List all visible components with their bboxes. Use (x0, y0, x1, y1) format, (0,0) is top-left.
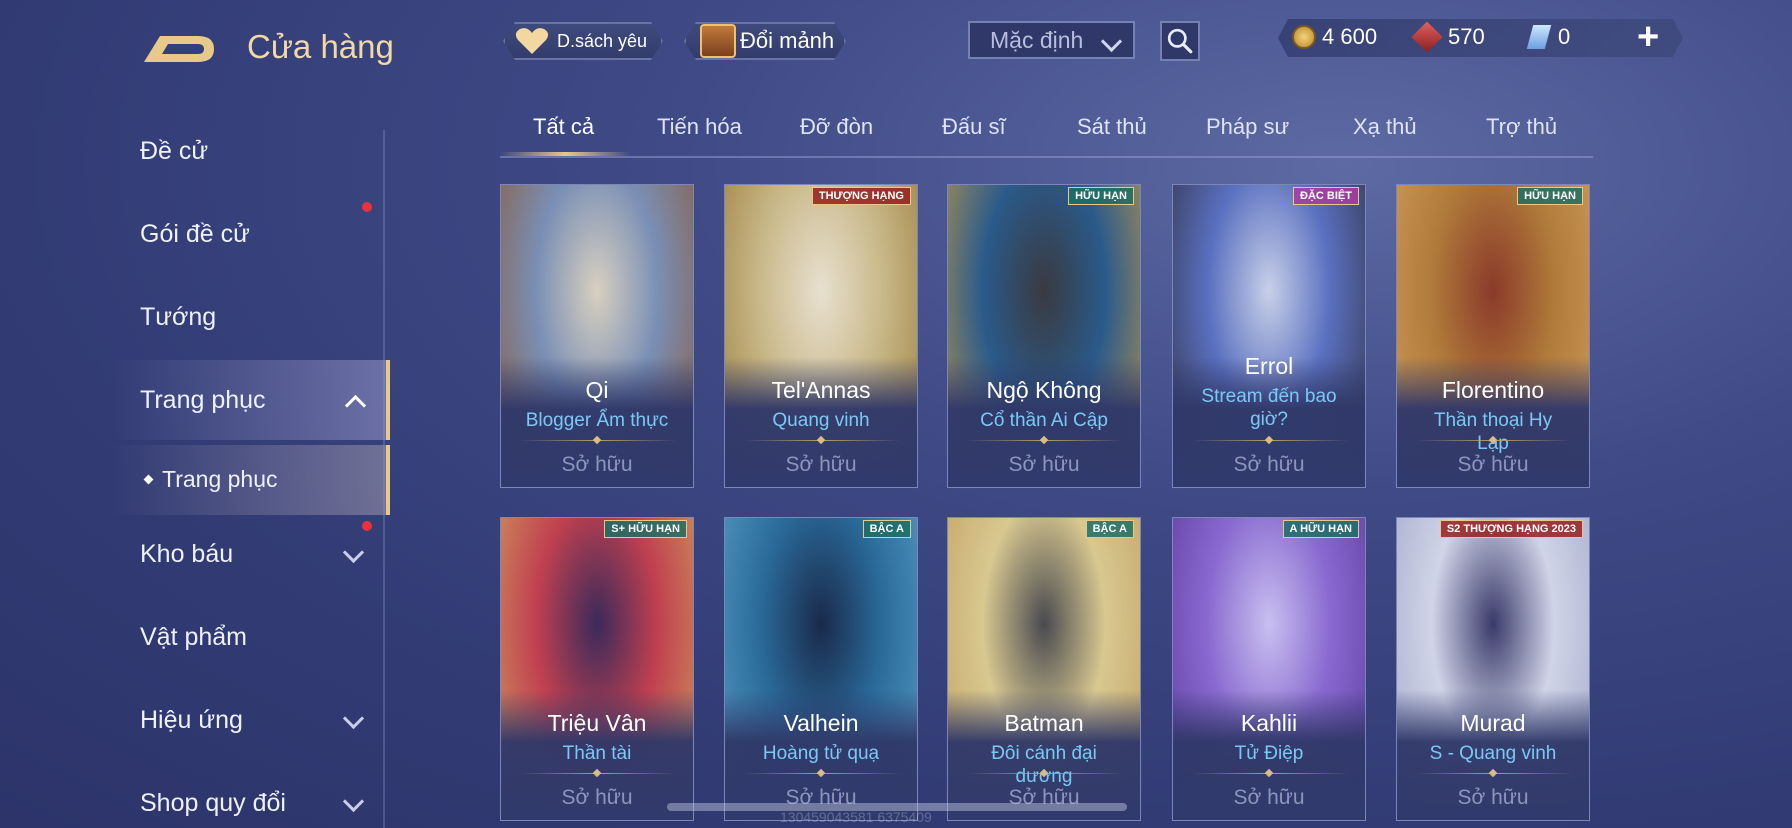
rarity-badge: S2 THƯỢNG HẠNG 2023 (1439, 520, 1583, 538)
ruby-currency: 570 (1411, 21, 1485, 53)
rarity-badge: S+ HỮU HẠN (604, 520, 687, 538)
chevron-down-icon (1100, 30, 1123, 53)
tab-mage[interactable]: Pháp sư (1206, 114, 1289, 140)
owned-status: Sở hữu (1233, 786, 1305, 809)
favorites-label: D.sách yêu (557, 30, 648, 51)
skin-card[interactable]: HỮU HẠN Florentino Thần thoại Hy LạpSở hữu (1396, 184, 1590, 488)
exchange-fragments-button[interactable]: Đổi mảnh (684, 22, 846, 60)
sidebar-item-effects[interactable]: Hiệu ứng (140, 706, 243, 735)
skin-card[interactable]: S+ HỮU HẠN Triệu Vân Thần tài Sở hữu (500, 517, 694, 821)
hero-name: Batman (1004, 710, 1084, 736)
owned-status: Sở hữu (1008, 453, 1080, 476)
active-tab-indicator (500, 152, 631, 156)
rarity-badge: BẬC A (862, 520, 911, 538)
add-currency-button[interactable]: + (1637, 16, 1659, 59)
chevron-down-icon (342, 790, 365, 813)
hero-name: Errol (1244, 353, 1294, 379)
owned-status: Sở hữu (561, 786, 633, 809)
tab-evolution[interactable]: Tiến hóa (657, 114, 742, 140)
sidebar-item-treasure[interactable]: Kho báu (140, 540, 233, 569)
treasure-chest-icon (700, 24, 736, 58)
hero-name: Valhein (783, 710, 859, 736)
notification-dot (362, 521, 372, 531)
skin-name: Thần tài (562, 743, 632, 764)
rarity-badge: THƯỢNG HẠNG (811, 187, 911, 205)
skin-name: Hoàng tử quạ (762, 743, 880, 764)
back-arrow-icon[interactable] (140, 28, 218, 68)
skin-name: Đôi cánh đại dương (991, 743, 1097, 787)
hero-name: Qi (585, 377, 609, 403)
skin-card[interactable]: HỮU HẠN Ngộ Không Cổ thần Ai Cập Sở hữu (947, 184, 1141, 488)
rarity-badge: A HỮU HẠN (1282, 520, 1359, 538)
skin-card[interactable]: BẬC A Valhein Hoàng tử quạ Sở hữu (724, 517, 918, 821)
exchange-fragments-label: Đổi mảnh (740, 28, 835, 53)
search-icon[interactable] (1160, 21, 1200, 61)
page-title: Cửa hàng (247, 28, 394, 65)
hero-name: Florentino (1441, 377, 1545, 403)
gold-currency: 4 600 (1292, 24, 1377, 50)
owned-status: Sở hữu (1457, 453, 1529, 476)
hero-name: Murad (1460, 710, 1526, 736)
skin-name: S - Quang vinh (1429, 743, 1557, 764)
ruby-amount: 570 (1448, 24, 1485, 49)
gold-amount: 4 600 (1322, 24, 1378, 49)
hero-name: Ngộ Không (986, 377, 1102, 403)
skin-name: Cổ thần Ai Cập (980, 410, 1108, 431)
rarity-badge: ĐẶC BIỆT (1293, 187, 1359, 205)
owned-status: Sở hữu (561, 453, 633, 476)
hero-name: Kahlii (1240, 710, 1298, 736)
skin-card[interactable]: Qi Blogger Ẩm thực Sở hữu (500, 184, 694, 488)
skin-name: Thần thoại Hy Lạp (1433, 410, 1553, 454)
heart-icon (515, 27, 549, 55)
ticket-currency: 0 (1526, 24, 1571, 50)
skin-name: Blogger Ẩm thực (525, 410, 669, 431)
tab-marksman[interactable]: Xạ thủ (1353, 114, 1417, 140)
skin-card[interactable]: ĐẶC BIỆT Errol Stream đến bao giờ? Sở hữu (1172, 184, 1366, 488)
skin-card[interactable]: THƯỢNG HẠNG Tel'Annas Quang vinh Sở hữu (724, 184, 918, 488)
tab-support[interactable]: Trợ thủ (1486, 114, 1557, 140)
tab-tank[interactable]: Đỡ đòn (800, 114, 873, 140)
ticket-icon (1526, 25, 1552, 49)
rarity-badge: HỮU HẠN (1517, 187, 1583, 205)
sidebar-item-recommended-packs[interactable]: Gói đề cử (140, 220, 250, 249)
rarity-badge: HỮU HẠN (1068, 187, 1134, 205)
owned-status: Sở hữu (785, 453, 857, 476)
sidebar-item-skins[interactable]: Trang phục (140, 386, 266, 415)
hero-name: Triệu Vân (547, 710, 647, 736)
skin-card[interactable]: A HỮU HẠN Kahlii Tử Điệp Sở hữu (1172, 517, 1366, 821)
sort-value: Mặc định (990, 26, 1084, 53)
watermark-text: 130459043581 6375409 (780, 809, 932, 825)
sidebar-item-exchange-shop[interactable]: Shop quy đổi (140, 789, 286, 818)
hero-name: Tel'Annas (771, 377, 871, 403)
tab-fighter[interactable]: Đấu sĩ (942, 114, 1006, 140)
ruby-gem-icon (1411, 21, 1443, 53)
skin-card[interactable]: BẬC ABatmanĐôi cánh đại dươngSở hữu (947, 517, 1141, 821)
notification-dot (362, 202, 372, 212)
rarity-badge: BẬC A (1085, 520, 1134, 538)
chevron-down-icon (342, 707, 365, 730)
ticket-amount: 0 (1558, 24, 1571, 49)
sort-dropdown[interactable]: Mặc định (968, 21, 1135, 59)
favorites-button[interactable]: D.sách yêu (503, 22, 663, 60)
sidebar-subitem-skins[interactable]: Trang phục (162, 466, 278, 493)
chevron-down-icon (342, 541, 365, 564)
owned-status: Sở hữu (1457, 786, 1529, 809)
skin-name: Quang vinh (772, 410, 870, 431)
skin-name: Tử Điệp (1234, 743, 1304, 764)
owned-status: Sở hữu (1233, 453, 1305, 476)
sidebar-item-items[interactable]: Vật phẩm (140, 623, 247, 652)
sidebar-item-recommended[interactable]: Đề cử (140, 137, 208, 166)
gold-coin-icon (1292, 25, 1316, 49)
sidebar-item-heroes[interactable]: Tướng (140, 303, 216, 332)
tab-all[interactable]: Tất cả (533, 114, 594, 140)
skin-card[interactable]: S2 THƯỢNG HẠNG 2023 Murad S - Quang vinh Sở… (1396, 517, 1590, 821)
skin-name: Stream đến bao giờ? (1201, 386, 1337, 430)
tab-assassin[interactable]: Sát thủ (1077, 114, 1147, 140)
